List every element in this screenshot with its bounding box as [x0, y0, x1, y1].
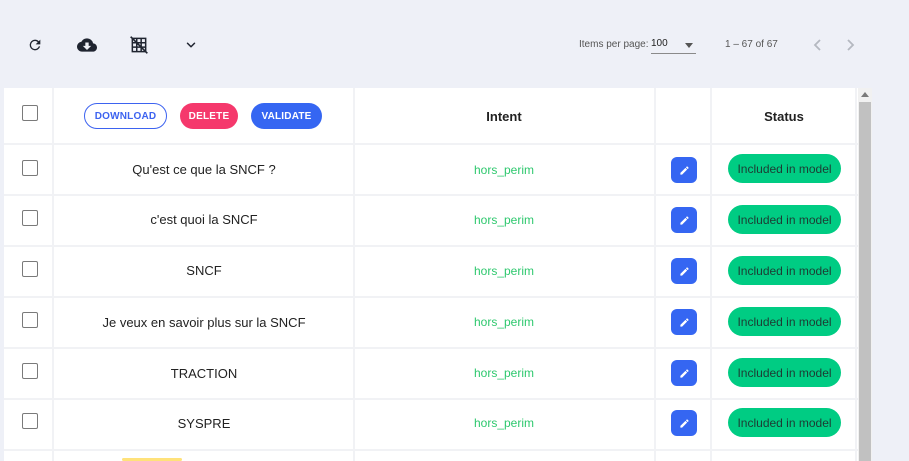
row-checkbox[interactable] — [22, 210, 38, 226]
items-per-page-value: 100 — [651, 38, 668, 49]
row-divider — [4, 347, 858, 349]
edit-button[interactable] — [671, 207, 697, 233]
vertical-scrollbar[interactable] — [858, 88, 872, 461]
utterance-text: TRACTION — [170, 366, 238, 381]
edit-button[interactable] — [671, 157, 697, 183]
validate-button[interactable]: VALIDATE — [251, 103, 322, 129]
intent-link[interactable]: hors_perim — [404, 163, 604, 177]
status-badge: Included in model — [728, 358, 841, 387]
utterance-text: SNCF — [186, 263, 222, 278]
intent-link[interactable]: hors_perim — [404, 416, 604, 430]
row-checkbox[interactable] — [22, 413, 38, 429]
edit-button[interactable] — [671, 309, 697, 335]
intent-link[interactable]: hors_perim — [404, 213, 604, 227]
row-divider — [4, 194, 858, 196]
row-divider — [4, 245, 858, 247]
intent-link[interactable]: hors_perim — [404, 315, 604, 329]
pencil-icon — [679, 368, 689, 378]
scrollbar-thumb[interactable] — [859, 102, 871, 461]
delete-button[interactable]: DELETE — [180, 103, 238, 129]
status-badge: Included in model — [728, 408, 841, 437]
edit-button[interactable] — [671, 360, 697, 386]
utterance-text: SYSPRE — [177, 416, 231, 431]
items-per-page-select[interactable]: 100 — [651, 36, 696, 54]
toolbar: Items per page: 100 1 – 67 of 67 — [0, 0, 909, 88]
previous-page-button[interactable] — [810, 36, 826, 54]
status-badge: Included in model — [728, 205, 841, 234]
pencil-icon — [679, 418, 689, 428]
chevron-down-icon[interactable] — [180, 34, 202, 56]
row-divider — [4, 143, 858, 145]
cloud-download-icon[interactable] — [76, 34, 98, 56]
select-all-checkbox[interactable] — [22, 105, 38, 121]
row-divider — [4, 296, 858, 298]
grid-off-icon[interactable] — [128, 34, 150, 56]
utterance-text: Je veux en savoir plus sur la SNCF — [102, 315, 306, 330]
intent-link[interactable]: hors_perim — [404, 264, 604, 278]
row-divider — [4, 398, 858, 400]
dropdown-arrow-icon — [685, 43, 693, 48]
next-page-button[interactable] — [842, 36, 858, 54]
row-divider — [4, 449, 858, 451]
pencil-icon — [679, 317, 689, 327]
intent-link[interactable]: hors_perim — [404, 366, 604, 380]
scroll-up-arrow-icon[interactable] — [861, 92, 869, 97]
row-checkbox[interactable] — [22, 261, 38, 277]
row-checkbox[interactable] — [22, 160, 38, 176]
status-badge: Included in model — [728, 307, 841, 336]
status-column-header: Status — [764, 109, 804, 124]
status-badge: Included in model — [728, 154, 841, 183]
pencil-icon — [679, 165, 689, 175]
page-range-label: 1 – 67 of 67 — [725, 39, 778, 50]
chevron-left-icon — [813, 39, 821, 51]
data-table: DOWNLOAD DELETE VALIDATE Intent Status Q… — [4, 88, 858, 461]
refresh-icon[interactable] — [24, 34, 46, 56]
status-badge: Included in model — [728, 256, 841, 285]
intent-column-header: Intent — [486, 109, 522, 124]
chevron-right-icon — [847, 39, 855, 51]
utterance-text: c'est quoi la SNCF — [150, 212, 258, 227]
pencil-icon — [679, 266, 689, 276]
row-checkbox[interactable] — [22, 363, 38, 379]
edit-button[interactable] — [671, 258, 697, 284]
pencil-icon — [679, 215, 689, 225]
download-button[interactable]: DOWNLOAD — [84, 103, 167, 129]
items-per-page-label: Items per page: — [579, 39, 649, 50]
utterance-text: Qu'est ce que la SNCF ? — [132, 162, 276, 177]
edit-button[interactable] — [671, 410, 697, 436]
row-checkbox[interactable] — [22, 312, 38, 328]
